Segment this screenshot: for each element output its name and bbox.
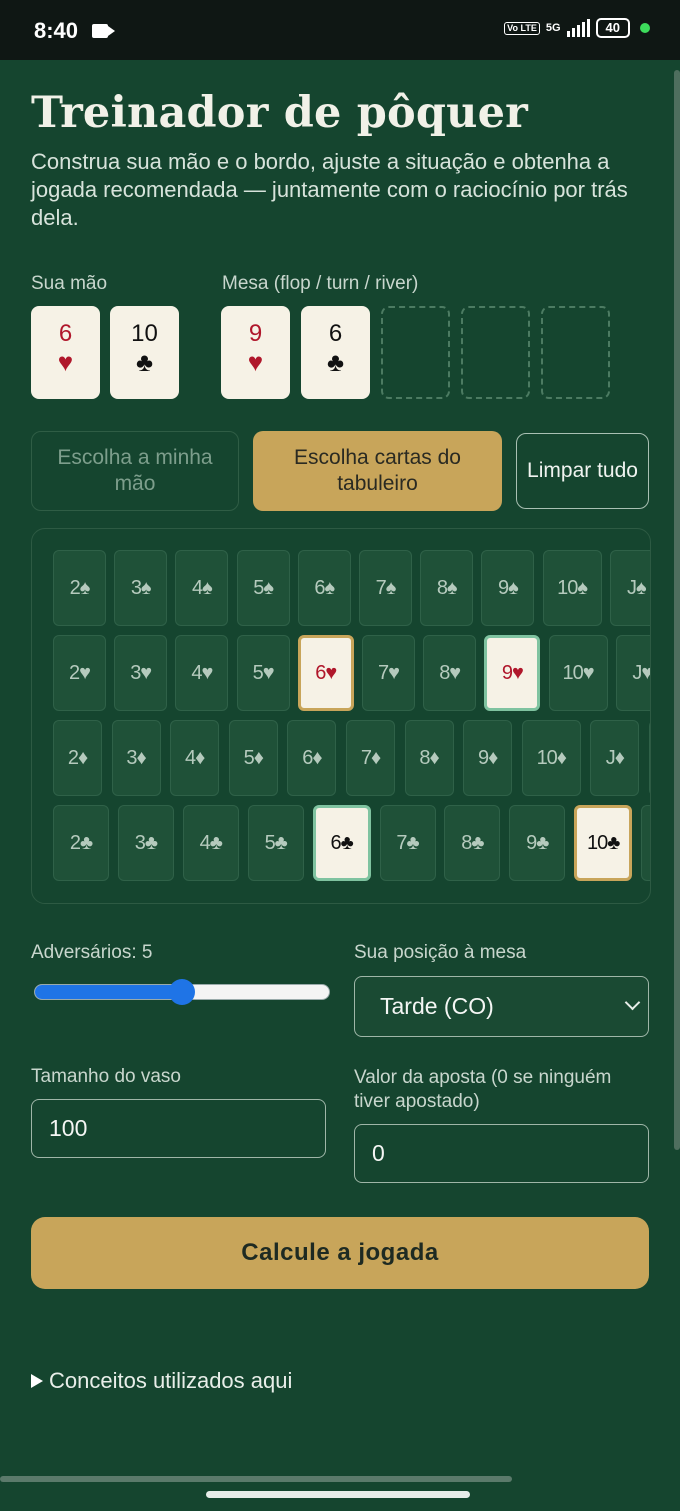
card-option[interactable]: 3♠ (114, 550, 168, 626)
pot-value: 100 (49, 1115, 88, 1141)
card-option[interactable]: 7♠ (359, 550, 412, 626)
card-option[interactable]: 7♦ (346, 720, 395, 796)
position-value: Tarde (CO) (380, 993, 494, 1019)
volte-icon: Vo LTE (504, 21, 540, 35)
card-option[interactable]: Q♦ (649, 720, 650, 796)
bet-label: Valor da aposta (0 se ninguém tiver apos… (354, 1067, 612, 1112)
chevron-down-icon (624, 994, 641, 1011)
network-type: 5G (545, 22, 561, 34)
card-option[interactable]: 10♣ (574, 805, 633, 881)
hand-card-rank: 6 (58, 320, 73, 347)
hand-card-rank: 10 (131, 320, 158, 347)
opponents-slider-thumb[interactable] (169, 979, 195, 1005)
opponents-label: Adversários: 5 (31, 942, 153, 963)
card-option[interactable]: 3♣ (117, 805, 174, 881)
disclosure-triangle-icon (31, 1374, 43, 1388)
scrollbar[interactable] (674, 70, 680, 1150)
card-option[interactable]: J♥ (615, 635, 650, 711)
card-option[interactable]: 4♦ (170, 720, 220, 796)
calculate-button[interactable]: Calcule a jogada (31, 1217, 649, 1289)
card-option[interactable]: 10♦ (521, 720, 581, 796)
hand-label: Sua mão (31, 273, 108, 294)
pot-label: Tamanho do vaso (31, 1066, 181, 1087)
card-picker-grid: 2♠3♠4♠5♠6♠7♠8♠9♠10♠J♠Q♠2♥3♥4♥5♥6♥7♥8♥9♥1… (31, 528, 651, 904)
privacy-indicator-icon (640, 23, 650, 33)
card-option[interactable]: 2♥ (53, 635, 106, 711)
pick-hand-button[interactable]: Escolha a minha mão (31, 431, 239, 511)
card-option[interactable]: 7♣ (379, 805, 436, 881)
card-option[interactable]: 6♣ (312, 805, 371, 881)
card-option[interactable]: 8♥ (423, 635, 477, 711)
board-card[interactable]: 6 ♣ (301, 306, 370, 399)
card-option[interactable]: 9♠ (481, 550, 535, 626)
clock: 8:40 (34, 18, 79, 43)
card-option[interactable]: 6♠ (297, 550, 351, 626)
board-card-rank: 6 (328, 320, 343, 347)
card-option[interactable]: 2♣ (53, 805, 109, 881)
status-bar: 8:40 Vo LTE 5G 40 (0, 0, 680, 60)
battery-icon: 40 (595, 18, 630, 38)
horizontal-scrollbar[interactable] (0, 1476, 512, 1482)
clear-all-button[interactable]: Limpar tudo (516, 433, 649, 509)
home-indicator[interactable] (206, 1491, 470, 1498)
board-card-suit: ♣ (326, 347, 345, 377)
bet-input[interactable]: 0 (354, 1124, 649, 1183)
card-option[interactable]: 4♣ (182, 805, 239, 881)
card-option[interactable]: J♦ (590, 720, 640, 796)
page-title: Treinador de pôquer (31, 88, 528, 138)
card-option[interactable]: 5♠ (236, 550, 290, 626)
card-option[interactable]: 6♦ (287, 720, 337, 796)
hand-card-suit: ♥ (57, 347, 74, 377)
board-card-suit: ♥ (247, 347, 264, 377)
hand-card[interactable]: 10 ♣ (110, 306, 179, 399)
card-option[interactable]: 8♣ (444, 805, 501, 881)
card-option[interactable]: 9♦ (463, 720, 513, 796)
hand-card[interactable]: 6 ♥ (31, 306, 100, 399)
card-option[interactable]: 9♣ (509, 805, 566, 881)
card-option[interactable]: 6♥ (297, 635, 354, 711)
card-option[interactable]: 10♠ (542, 550, 602, 626)
card-option[interactable]: J♣ (641, 805, 650, 881)
hand-card-suit: ♣ (135, 347, 154, 377)
pot-input[interactable]: 100 (31, 1099, 326, 1158)
card-option[interactable]: 5♥ (236, 635, 290, 711)
card-option[interactable]: 5♣ (247, 805, 304, 881)
card-option[interactable]: 3♦ (111, 720, 161, 796)
video-camera-icon (92, 24, 115, 38)
status-icons: Vo LTE 5G 40 (504, 18, 650, 38)
board-empty-slot[interactable] (541, 306, 610, 399)
position-label: Sua posição à mesa (354, 942, 527, 963)
concepts-toggle[interactable]: Conceitos utilizados aqui (31, 1368, 292, 1394)
card-option[interactable]: 3♥ (114, 635, 168, 711)
card-option[interactable]: 8♦ (404, 720, 454, 796)
board-empty-slot[interactable] (381, 306, 450, 399)
card-option[interactable]: 9♥ (484, 635, 541, 711)
board-empty-slot[interactable] (461, 306, 530, 399)
board-card-rank: 9 (248, 320, 263, 347)
signal-icon (566, 19, 590, 37)
page-subtitle: Construa sua mão e o bordo, ajuste a sit… (31, 149, 628, 230)
pick-board-button[interactable]: Escolha cartas do tabuleiro (253, 431, 502, 511)
bet-value: 0 (372, 1140, 385, 1166)
position-select[interactable]: Tarde (CO) (354, 976, 649, 1037)
card-option[interactable]: 2♠ (53, 550, 106, 626)
card-option[interactable]: J♠ (609, 550, 650, 626)
card-option[interactable]: 2♦ (53, 720, 102, 796)
card-option[interactable]: 10♥ (548, 635, 608, 711)
card-option[interactable]: 4♥ (175, 635, 229, 711)
concepts-label: Conceitos utilizados aqui (49, 1368, 293, 1393)
card-option[interactable]: 7♥ (362, 635, 415, 711)
card-option[interactable]: 4♠ (175, 550, 229, 626)
board-card[interactable]: 9 ♥ (221, 306, 290, 399)
card-option[interactable]: 8♠ (420, 550, 474, 626)
board-label: Mesa (flop / turn / river) (222, 273, 419, 294)
card-option[interactable]: 5♦ (228, 720, 278, 796)
